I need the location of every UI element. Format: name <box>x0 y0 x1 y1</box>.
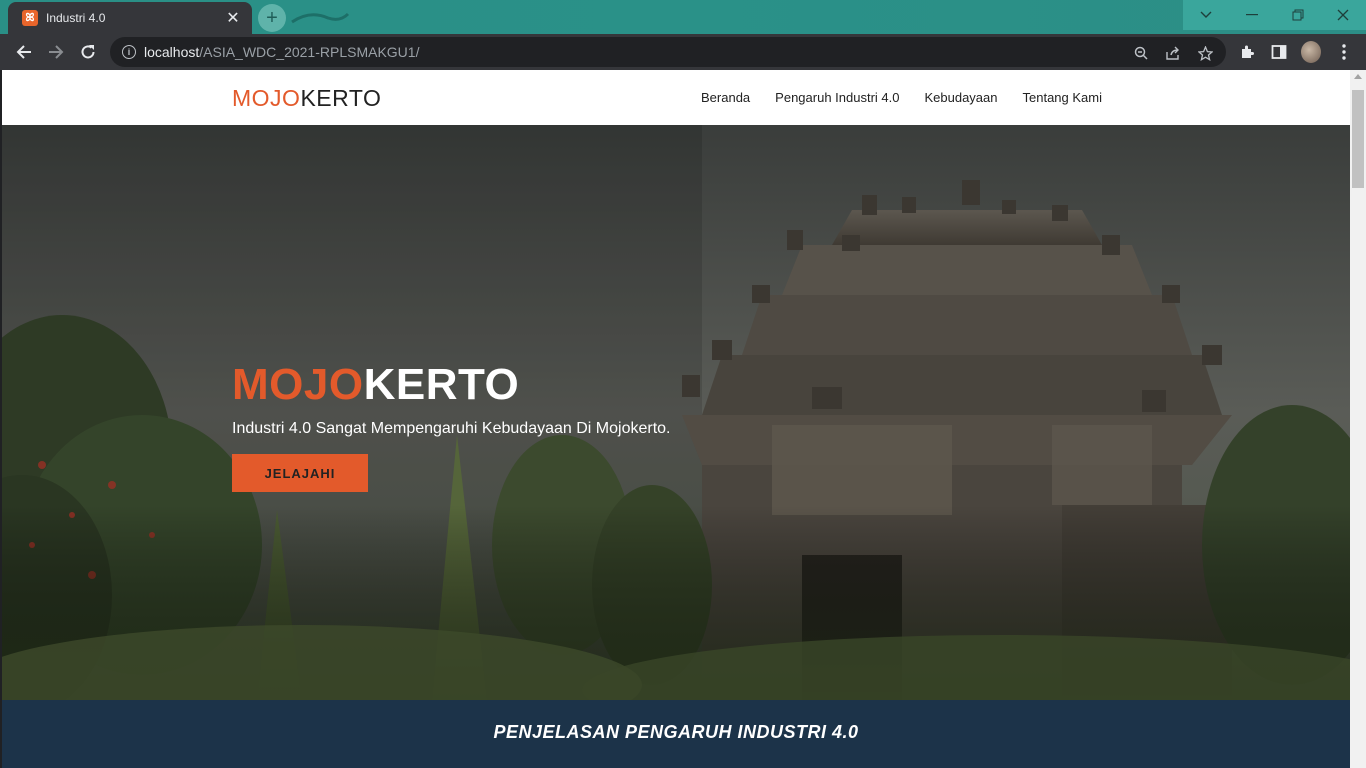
hero-title-part-1: MOJO <box>232 360 364 409</box>
page-viewport: MOJOKERTO Beranda Pengaruh Industri 4.0 … <box>2 70 1350 768</box>
extensions-icon[interactable] <box>1237 42 1257 62</box>
minimize-button[interactable] <box>1229 0 1275 30</box>
close-icon <box>1337 9 1349 21</box>
tab-close-icon[interactable]: ✕ <box>224 8 242 28</box>
main-nav: Beranda Pengaruh Industri 4.0 Kebudayaan… <box>701 90 1102 105</box>
nav-kebudayaan[interactable]: Kebudayaan <box>924 90 997 105</box>
hero-content: MOJOKERTO Industri 4.0 Sangat Mempengaru… <box>232 360 670 492</box>
back-icon <box>16 45 31 59</box>
menu-icon[interactable] <box>1334 42 1354 62</box>
sidepanel-icon[interactable] <box>1269 42 1289 62</box>
hero-title-part-2: KERTO <box>363 360 520 409</box>
pengaruh-section: PENJELASAN PENGARUH INDUSTRI 4.0 <box>2 700 1350 768</box>
browser-toolbar: i localhost/ASIA_WDC_2021-RPLSMAKGU1/ <box>0 34 1366 70</box>
zoom-icon[interactable] <box>1132 44 1150 62</box>
titlebar-decoration <box>291 12 350 24</box>
back-button[interactable] <box>12 40 36 64</box>
reload-icon <box>81 45 95 59</box>
new-tab-button[interactable]: + <box>258 4 286 32</box>
profile-avatar[interactable] <box>1301 41 1321 63</box>
restore-icon <box>1292 9 1304 21</box>
section-title: PENJELASAN PENGARUH INDUSTRI 4.0 <box>493 722 859 742</box>
xampp-favicon-icon: ꕤ <box>22 10 38 26</box>
scroll-up-arrow-icon[interactable] <box>1354 74 1362 79</box>
scrollbar-thumb[interactable] <box>1352 90 1364 188</box>
jelajahi-button[interactable]: JELAJAHI <box>232 454 368 492</box>
minimize-icon <box>1246 14 1258 16</box>
forward-button[interactable] <box>44 40 68 64</box>
site-logo[interactable]: MOJOKERTO <box>232 85 381 112</box>
logo-part-2: KERTO <box>300 85 382 111</box>
restore-button[interactable] <box>1275 0 1321 30</box>
forward-icon <box>49 45 64 59</box>
nav-tentang-kami[interactable]: Tentang Kami <box>1023 90 1103 105</box>
star-icon[interactable] <box>1196 44 1214 62</box>
hero-title: MOJOKERTO <box>232 360 670 410</box>
site-header: MOJOKERTO Beranda Pengaruh Industri 4.0 … <box>2 70 1350 125</box>
browser-tab[interactable]: ꕤ Industri 4.0 ✕ <box>8 2 252 34</box>
address-bar[interactable]: i localhost/ASIA_WDC_2021-RPLSMAKGU1/ <box>110 37 1226 67</box>
close-window-button[interactable] <box>1320 0 1366 30</box>
temple-background-image <box>2 125 1350 700</box>
hero-section: MOJOKERTO Industri 4.0 Sangat Mempengaru… <box>2 125 1350 700</box>
reload-button[interactable] <box>76 40 100 64</box>
tab-search-button[interactable] <box>1183 0 1229 30</box>
nav-pengaruh-industri[interactable]: Pengaruh Industri 4.0 <box>775 90 899 105</box>
info-icon[interactable]: i <box>122 45 136 59</box>
url-path: /ASIA_WDC_2021-RPLSMAKGU1/ <box>199 44 420 60</box>
url-host: localhost <box>144 44 200 60</box>
hero-subtitle: Industri 4.0 Sangat Mempengaruhi Kebuday… <box>232 420 671 437</box>
tab-title: Industri 4.0 <box>46 11 106 25</box>
share-icon[interactable] <box>1164 44 1182 62</box>
nav-beranda[interactable]: Beranda <box>701 90 750 105</box>
avatar <box>1301 41 1321 63</box>
chevron-down-icon <box>1200 11 1212 18</box>
browser-titlebar: ꕤ Industri 4.0 ✕ + <box>0 0 1366 34</box>
logo-part-1: MOJO <box>232 85 301 111</box>
page-scrollbar[interactable] <box>1350 70 1366 768</box>
